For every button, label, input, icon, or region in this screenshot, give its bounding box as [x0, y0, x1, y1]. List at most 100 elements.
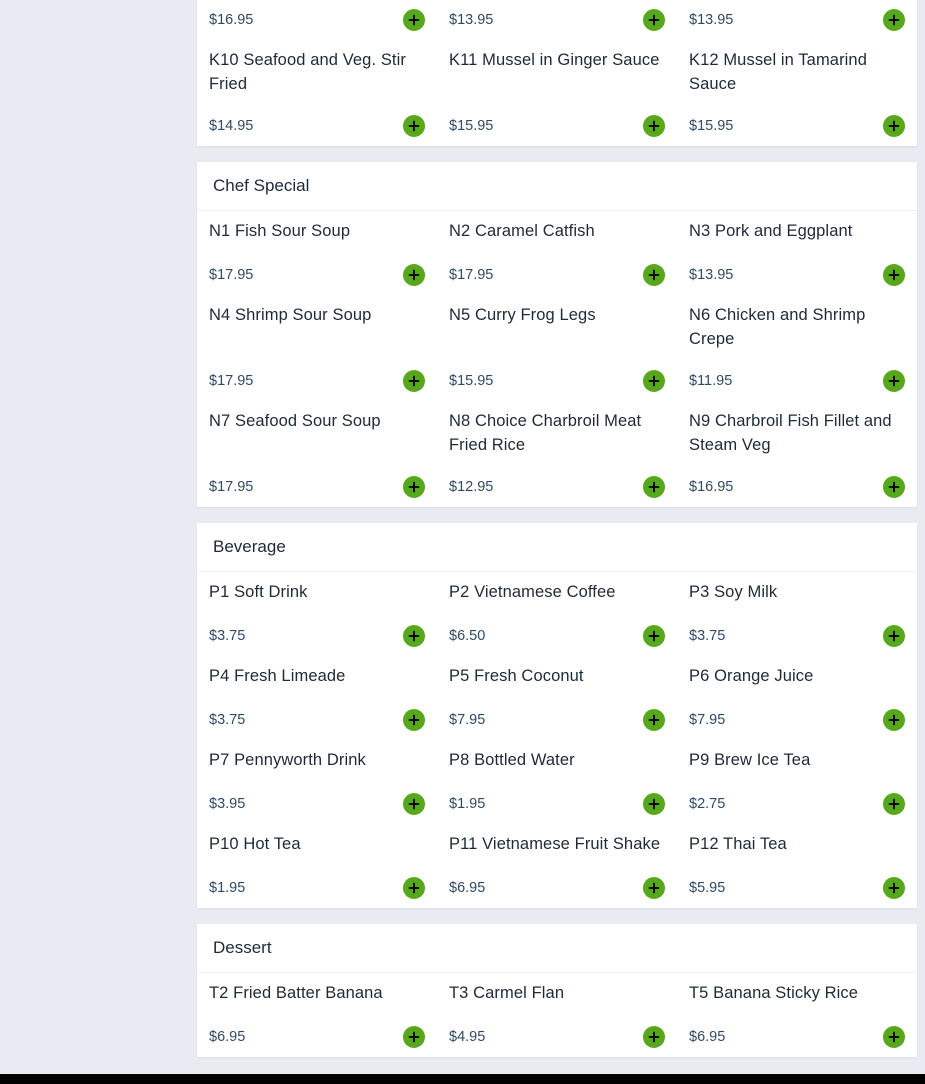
- plus-icon: [408, 714, 420, 726]
- menu-item: N7 Seafood Sour Soup $17.95: [197, 401, 437, 507]
- menu-grid: $16.95 $13.95 $13.95 K10 Seafood and Veg…: [197, 0, 917, 146]
- add-to-cart-button[interactable]: [403, 9, 425, 31]
- plus-icon: [408, 798, 420, 810]
- item-price: $14.95: [209, 118, 254, 134]
- plus-icon: [648, 798, 660, 810]
- add-to-cart-button[interactable]: [883, 709, 905, 731]
- plus-icon: [888, 481, 900, 493]
- menu-section-chef-special: Chef Special N1 Fish Sour Soup $17.95 N2 C…: [197, 162, 917, 507]
- add-to-cart-button[interactable]: [643, 709, 665, 731]
- plus-icon: [648, 1031, 660, 1043]
- add-to-cart-button[interactable]: [403, 1026, 425, 1048]
- plus-icon: [648, 269, 660, 281]
- menu-item: T2 Fried Batter Banana $6.95: [197, 973, 437, 1057]
- item-price: $17.95: [209, 373, 254, 389]
- item-name: N2 Caramel Catfish: [449, 222, 595, 240]
- plus-icon: [648, 882, 660, 894]
- item-price: $1.95: [449, 796, 486, 812]
- plus-icon: [408, 120, 420, 132]
- menu-item: N8 Choice Charbroil Meat Fried Rice $12.9…: [437, 401, 677, 507]
- item-name: P2 Vietnamese Coffee: [449, 583, 616, 601]
- add-to-cart-button[interactable]: [403, 793, 425, 815]
- add-to-cart-button[interactable]: [403, 709, 425, 731]
- add-to-cart-button[interactable]: [403, 877, 425, 899]
- menu-item: K12 Mussel in Tamarind Sauce $15.95: [677, 40, 917, 146]
- item-name: N7 Seafood Sour Soup: [209, 412, 381, 430]
- add-to-cart-button[interactable]: [643, 877, 665, 899]
- add-to-cart-button[interactable]: [883, 793, 905, 815]
- item-name: P4 Fresh Limeade: [209, 667, 346, 685]
- menu-item: K11 Mussel in Ginger Sauce $15.95: [437, 40, 677, 146]
- menu-item: P5 Fresh Coconut $7.95: [437, 656, 677, 740]
- plus-icon: [408, 882, 420, 894]
- menu-item: $13.95: [677, 0, 917, 40]
- item-price: $15.95: [449, 118, 494, 134]
- plus-icon: [648, 714, 660, 726]
- add-to-cart-button[interactable]: [403, 625, 425, 647]
- plus-icon: [888, 1031, 900, 1043]
- add-to-cart-button[interactable]: [883, 625, 905, 647]
- menu-main: $16.95 $13.95 $13.95 K10 Seafood and Veg…: [197, 0, 917, 1073]
- menu-item: N5 Curry Frog Legs $15.95: [437, 295, 677, 401]
- add-to-cart-button[interactable]: [403, 115, 425, 137]
- menu-item: P8 Bottled Water $1.95: [437, 740, 677, 824]
- item-name: P1 Soft Drink: [209, 583, 308, 601]
- plus-icon: [408, 481, 420, 493]
- item-price: $13.95: [689, 267, 734, 283]
- add-to-cart-button[interactable]: [883, 370, 905, 392]
- item-price: $17.95: [209, 479, 254, 495]
- item-price: $6.50: [449, 628, 486, 644]
- add-to-cart-button[interactable]: [883, 476, 905, 498]
- add-to-cart-button[interactable]: [883, 877, 905, 899]
- add-to-cart-button[interactable]: [643, 625, 665, 647]
- menu-item: P12 Thai Tea $5.95: [677, 824, 917, 908]
- add-to-cart-button[interactable]: [643, 115, 665, 137]
- item-name: T3 Carmel Flan: [449, 984, 565, 1002]
- plus-icon: [888, 120, 900, 132]
- plus-icon: [408, 630, 420, 642]
- item-name: P10 Hot Tea: [209, 835, 301, 853]
- item-name: K11 Mussel in Ginger Sauce: [449, 51, 660, 69]
- add-to-cart-button[interactable]: [643, 264, 665, 286]
- item-name: N5 Curry Frog Legs: [449, 306, 596, 324]
- add-to-cart-button[interactable]: [643, 476, 665, 498]
- item-name: N3 Pork and Eggplant: [689, 222, 853, 240]
- menu-section-beverage: Beverage P1 Soft Drink $3.75 P2 Vietnamese…: [197, 523, 917, 908]
- add-to-cart-button[interactable]: [643, 9, 665, 31]
- menu-section-dessert: Dessert T2 Fried Batter Banana $6.95 T3 Ca…: [197, 924, 917, 1057]
- item-price: $12.95: [449, 479, 494, 495]
- item-price: $11.95: [689, 373, 733, 389]
- add-to-cart-button[interactable]: [643, 793, 665, 815]
- item-price: $5.95: [689, 880, 726, 896]
- plus-icon: [888, 882, 900, 894]
- add-to-cart-button[interactable]: [883, 264, 905, 286]
- add-to-cart-button[interactable]: [643, 1026, 665, 1048]
- menu-item: N6 Chicken and Shrimp Crepe $11.95: [677, 295, 917, 401]
- plus-icon: [888, 714, 900, 726]
- item-name: N4 Shrimp Sour Soup: [209, 306, 372, 324]
- menu-item: P2 Vietnamese Coffee $6.50: [437, 572, 677, 656]
- menu-item: T3 Carmel Flan $4.95: [437, 973, 677, 1057]
- item-price: $15.95: [449, 373, 494, 389]
- item-price: $7.95: [689, 712, 726, 728]
- item-name: N9 Charbroil Fish Fillet and Steam Veg: [689, 412, 892, 454]
- add-to-cart-button[interactable]: [403, 476, 425, 498]
- plus-icon: [648, 375, 660, 387]
- section-title: Beverage: [197, 523, 917, 572]
- item-name: P12 Thai Tea: [689, 835, 787, 853]
- add-to-cart-button[interactable]: [883, 9, 905, 31]
- add-to-cart-button[interactable]: [403, 370, 425, 392]
- add-to-cart-button[interactable]: [883, 115, 905, 137]
- plus-icon: [408, 269, 420, 281]
- menu-item: $13.95: [437, 0, 677, 40]
- plus-icon: [888, 269, 900, 281]
- add-to-cart-button[interactable]: [403, 264, 425, 286]
- bottom-bar: [0, 1074, 925, 1084]
- item-price: $17.95: [449, 267, 494, 283]
- menu-item: P6 Orange Juice $7.95: [677, 656, 917, 740]
- add-to-cart-button[interactable]: [883, 1026, 905, 1048]
- item-name: K12 Mussel in Tamarind Sauce: [689, 51, 867, 93]
- item-price: $13.95: [689, 12, 734, 28]
- menu-item: $16.95: [197, 0, 437, 40]
- add-to-cart-button[interactable]: [643, 370, 665, 392]
